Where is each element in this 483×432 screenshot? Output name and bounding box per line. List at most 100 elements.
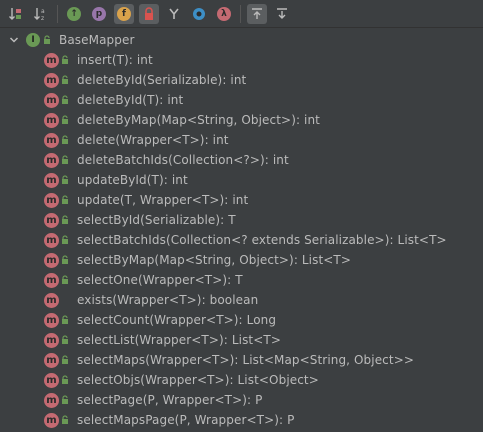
method-item[interactable]: m selectCount(Wrapper<T>): Long <box>0 310 483 330</box>
public-icon <box>61 295 69 305</box>
public-lock-icon <box>62 355 68 364</box>
method-item[interactable]: m deleteBatchIds(Collection<?>): int <box>0 150 483 170</box>
method-label: selectMaps(Wrapper<T>): List<Map<String,… <box>77 353 414 367</box>
tree-root-label: BaseMapper <box>59 33 135 47</box>
public-lock-icon <box>62 55 68 64</box>
method-label: selectById(Serializable): T <box>77 213 236 227</box>
public-lock-icon <box>62 175 68 184</box>
show-fields-button[interactable]: f <box>114 3 134 24</box>
method-item[interactable]: m selectMaps(Wrapper<T>): List<Map<String… <box>0 350 483 370</box>
method-label: selectMapsPage(P, Wrapper<T>): P <box>77 413 295 427</box>
method-icon: m <box>44 212 59 228</box>
sort-alphabetically-icon: a z <box>34 7 45 22</box>
public-lock-icon <box>62 255 68 264</box>
chevron-down-icon[interactable] <box>8 34 20 46</box>
method-label: selectOne(Wrapper<T>): T <box>77 273 243 287</box>
method-item[interactable]: m selectBatchIds(Collection<? extends Ser… <box>0 230 483 250</box>
method-icon: m <box>44 132 59 148</box>
show-anonymous-button[interactable] <box>189 4 209 24</box>
method-label: selectBatchIds(Collection<? extends Seri… <box>77 233 447 247</box>
public-lock-icon <box>62 395 68 404</box>
interface-icon: I <box>26 33 40 47</box>
tree-root-basemapper[interactable]: I BaseMapper <box>0 30 483 50</box>
method-icon: m <box>44 92 59 108</box>
toolbar-separator <box>57 4 58 23</box>
method-icon: m <box>44 72 59 88</box>
public-lock-icon <box>62 195 68 204</box>
show-inherited-button[interactable]: ↑ <box>64 4 84 24</box>
method-label: update(T, Wrapper<T>): int <box>77 193 249 207</box>
method-label: deleteBatchIds(Collection<?>): int <box>77 153 289 167</box>
method-label: insert(T): int <box>77 53 153 67</box>
public-lock-icon <box>62 115 68 124</box>
method-label: delete(Wrapper<T>): int <box>77 133 229 147</box>
show-properties-button[interactable]: p <box>89 4 109 24</box>
method-icon: m <box>44 412 59 428</box>
method-item[interactable]: m selectList(Wrapper<T>): List<T> <box>0 330 483 350</box>
sort-alphabetically-button[interactable]: a z <box>31 4 51 24</box>
show-anonymous-icon <box>193 7 205 20</box>
method-item[interactable]: m updateById(T): int <box>0 170 483 190</box>
method-label: selectList(Wrapper<T>): List<T> <box>77 333 281 347</box>
sort-by-visibility-button[interactable] <box>6 4 26 24</box>
method-item[interactable]: m deleteById(Serializable): int <box>0 70 483 90</box>
method-label: selectCount(Wrapper<T>): Long <box>77 313 277 327</box>
public-lock-icon <box>62 135 68 144</box>
show-lambda-button[interactable]: λ <box>214 4 234 24</box>
svg-text:a: a <box>41 8 45 15</box>
public-lock-icon <box>62 235 68 244</box>
sort-by-visibility-icon <box>9 7 21 20</box>
public-lock-icon <box>62 215 68 224</box>
public-lock-icon <box>44 35 50 44</box>
method-label: selectPage(P, Wrapper<T>): P <box>77 393 263 407</box>
show-lambdas-button[interactable] <box>164 4 184 24</box>
structure-tree: I BaseMapper m insert(T): int m deleteById(… <box>0 30 483 430</box>
autoscroll-to-source-button[interactable] <box>247 3 267 24</box>
method-item[interactable]: m selectMapsPage(P, Wrapper<T>): P <box>0 410 483 430</box>
public-lock-icon <box>62 275 68 284</box>
method-item[interactable]: m delete(Wrapper<T>): int <box>0 130 483 150</box>
method-item[interactable]: m deleteByMap(Map<String, Object>): int <box>0 110 483 130</box>
method-item[interactable]: m deleteById(T): int <box>0 90 483 110</box>
method-item[interactable]: m selectById(Serializable): T <box>0 210 483 230</box>
method-label: updateById(T): int <box>77 173 188 187</box>
method-label: selectObjs(Wrapper<T>): List<Object> <box>77 373 319 387</box>
method-item[interactable]: m selectPage(P, Wrapper<T>): P <box>0 390 483 410</box>
method-icon: m <box>44 352 59 368</box>
public-lock-icon <box>62 75 68 84</box>
method-label: selectByMap(Map<String, Object>): List<T… <box>77 253 352 267</box>
method-icon: m <box>44 52 59 68</box>
method-icon: m <box>44 192 59 208</box>
method-item[interactable]: m selectOne(Wrapper<T>): T <box>0 270 483 290</box>
method-item[interactable]: m insert(T): int <box>0 50 483 70</box>
method-icon: m <box>44 232 59 248</box>
method-label: exists(Wrapper<T>): boolean <box>77 293 259 307</box>
method-icon: m <box>44 152 59 168</box>
public-lock-icon <box>62 95 68 104</box>
show-properties-icon: p <box>92 6 106 21</box>
method-icon: m <box>44 112 59 128</box>
method-icon: m <box>44 252 59 268</box>
structure-toolbar: a z ↑ p f λ <box>0 0 483 28</box>
method-list: m insert(T): int m deleteById(Serializable)… <box>0 50 483 430</box>
method-item[interactable]: m selectObjs(Wrapper<T>): List<Object> <box>0 370 483 390</box>
method-item[interactable]: m update(T, Wrapper<T>): int <box>0 190 483 210</box>
svg-text:z: z <box>41 15 44 22</box>
public-lock-icon <box>62 315 68 324</box>
show-non-public-button[interactable] <box>139 3 159 24</box>
autoscroll-from-source-button[interactable] <box>272 4 292 24</box>
method-icon: m <box>44 292 59 308</box>
public-lock-icon <box>62 335 68 344</box>
show-fields-icon: f <box>117 6 131 21</box>
public-lock-icon <box>62 415 68 424</box>
method-icon: m <box>44 332 59 348</box>
autoscroll-to-source-icon <box>252 7 262 19</box>
show-non-public-icon <box>145 6 153 20</box>
method-icon: m <box>44 372 59 388</box>
method-icon: m <box>44 312 59 328</box>
show-inherited-icon: ↑ <box>67 6 81 21</box>
public-lock-icon <box>62 155 68 164</box>
method-item[interactable]: m exists(Wrapper<T>): boolean <box>0 290 483 310</box>
method-item[interactable]: m selectByMap(Map<String, Object>): List<… <box>0 250 483 270</box>
method-icon: m <box>44 272 59 288</box>
